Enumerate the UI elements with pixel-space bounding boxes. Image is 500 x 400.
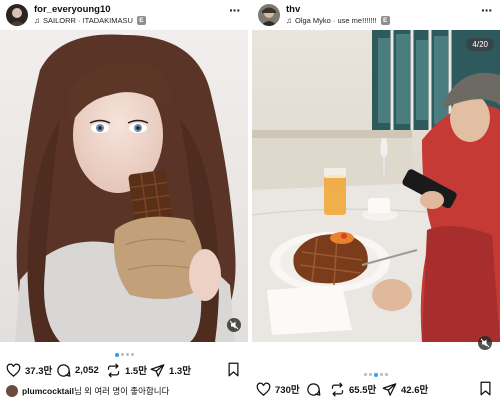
mute-icon[interactable]: [478, 336, 492, 350]
right-post: thv ♫ Olga Myko · use me!!!!!!! E ··· 4/…: [252, 0, 500, 400]
liked-by-user[interactable]: plumcocktail: [22, 386, 74, 396]
carousel-dot: [125, 353, 129, 357]
share-count: 1.3만: [169, 366, 191, 377]
repost-icon: [107, 363, 120, 377]
mute-icon[interactable]: [227, 318, 241, 332]
heart-icon: [6, 363, 21, 377]
left-post: for_everyoung10 ♫ SAILORR · ITADAKIMASU …: [0, 0, 248, 400]
right-avatar[interactable]: [258, 4, 280, 26]
carousel-dot: [374, 372, 378, 377]
liked-by-row[interactable]: plumcocktail 님 외 여러 명이 좋아합니다: [6, 384, 169, 398]
left-avatar[interactable]: [6, 4, 28, 26]
repost-button[interactable]: 1.5만: [106, 360, 147, 380]
carousel-dot: [120, 353, 124, 357]
carousel-dot: [385, 373, 388, 377]
share-button[interactable]: 42.6만: [382, 379, 428, 399]
carousel-dots: [252, 366, 500, 377]
right-music-label: Olga Myko · use me!!!!!!!: [295, 16, 377, 25]
carousel-dot: [380, 373, 383, 377]
repost-button[interactable]: 65.5만: [330, 379, 376, 399]
share-icon: [382, 382, 397, 396]
like-button[interactable]: 37.3만: [6, 360, 52, 380]
bookmark-icon: [228, 362, 239, 377]
left-actions: 37.3만 2,052 1.5만 1.3만: [0, 360, 248, 380]
heart-icon: [256, 382, 271, 396]
right-actions: 730만 65.5만 42.6만: [252, 379, 500, 399]
right-post-header: thv ♫ Olga Myko · use me!!!!!!! E ···: [252, 0, 500, 30]
carousel-dot: [130, 353, 134, 357]
carousel-dot: [364, 373, 367, 377]
liked-by-text: 님 외 여러 명이 좋아합니다: [73, 386, 170, 396]
left-music-label: SAILORR · ITADAKIMASU: [43, 16, 133, 25]
share-count: 42.6만: [401, 385, 429, 396]
comment-button[interactable]: [306, 379, 321, 399]
carousel-dots: [0, 346, 248, 357]
right-username[interactable]: thv: [286, 4, 300, 15]
right-post-image[interactable]: [252, 30, 500, 342]
carousel-dot: [114, 352, 119, 357]
comment-count: 2,052: [75, 364, 99, 376]
left-post-image[interactable]: [0, 30, 248, 342]
left-username[interactable]: for_everyoung10: [34, 4, 111, 15]
bookmark-button[interactable]: [479, 381, 492, 400]
more-icon[interactable]: ···: [229, 3, 241, 17]
left-music-row[interactable]: ♫ SAILORR · ITADAKIMASU E: [34, 16, 146, 25]
like-count: 730만: [275, 385, 300, 396]
comment-icon: [307, 382, 321, 396]
music-note-icon: ♫: [286, 16, 292, 25]
like-count: 37.3만: [25, 366, 53, 377]
like-button[interactable]: 730만: [256, 379, 300, 399]
right-music-row[interactable]: ♫ Olga Myko · use me!!!!!!! E: [286, 16, 390, 25]
page-counter: 4/20: [466, 38, 494, 51]
repost-count: 65.5만: [349, 385, 377, 396]
explicit-badge: E: [380, 16, 390, 25]
comment-avatar: [6, 385, 18, 397]
comment-button[interactable]: 2,052: [56, 360, 99, 380]
share-icon: [150, 363, 165, 377]
explicit-badge: E: [136, 16, 146, 25]
more-icon[interactable]: ···: [481, 3, 493, 17]
bookmark-button[interactable]: [227, 362, 240, 382]
repost-count: 1.5만: [125, 366, 147, 377]
repost-icon: [331, 382, 344, 396]
left-post-header: for_everyoung10 ♫ SAILORR · ITADAKIMASU …: [0, 0, 248, 30]
bookmark-icon: [480, 381, 491, 396]
music-note-icon: ♫: [34, 16, 40, 25]
share-button[interactable]: 1.3만: [150, 360, 191, 380]
comment-icon: [57, 363, 71, 377]
carousel-dot: [369, 373, 372, 377]
